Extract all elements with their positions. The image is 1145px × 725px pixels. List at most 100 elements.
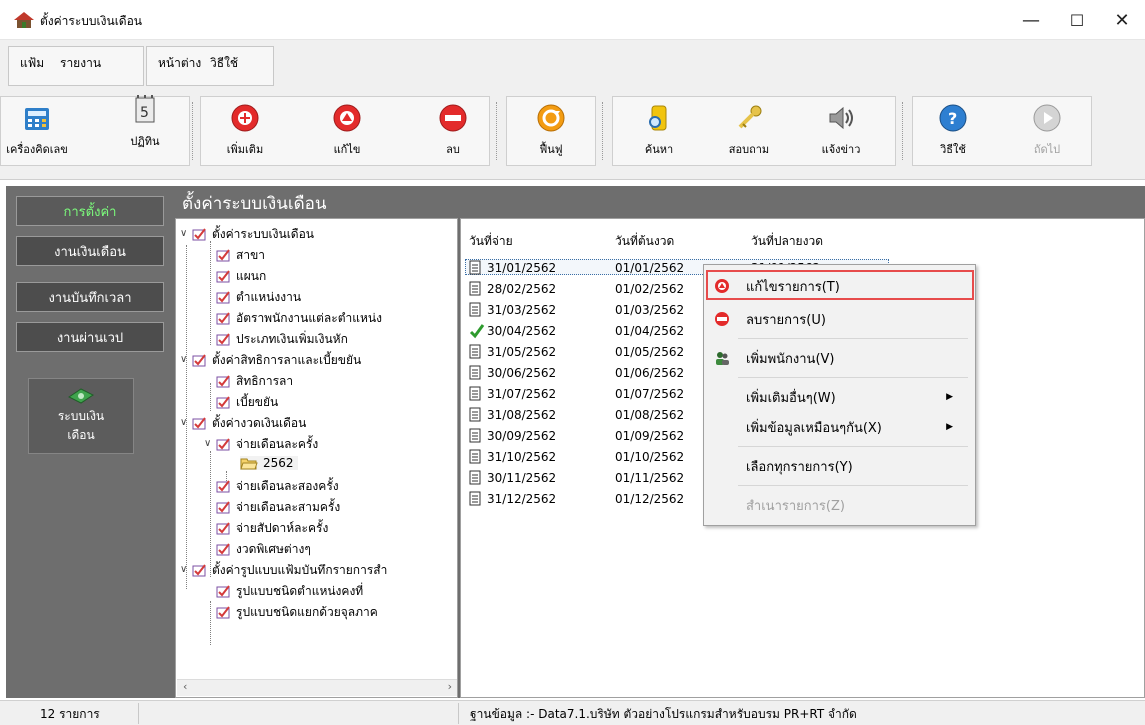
cell-pay-date: 31/12/2562 <box>487 492 557 506</box>
delete-icon <box>439 104 467 132</box>
tree-node-income-deduction-type[interactable]: ประเภทเงินเพิ่มเงินหัก <box>216 330 348 349</box>
tree-node-label: จ่ายเดือนละครั้ง <box>236 437 319 451</box>
tree-node-diligence[interactable]: เบี้ยขยัน <box>216 393 278 412</box>
tree-node-label: ตั้งค่ารูปแบบแฟ้มบันทึกรายการสำ <box>212 563 388 577</box>
context-item-add-same[interactable]: เพิ่มข้อมูลเหมือนๆกัน(X) ▶ <box>704 413 975 441</box>
tree-node-label: สาขา <box>236 248 266 262</box>
calendar-icon: 5 <box>135 95 155 123</box>
tile-label-line1: ระบบเงิน <box>57 409 105 423</box>
help-icon: ? <box>939 104 967 132</box>
menu-window[interactable]: หน้าต่าง <box>158 54 201 73</box>
context-item-edit[interactable]: แก้ไขรายการ(T) <box>704 272 975 300</box>
status-divider <box>138 703 139 724</box>
document-icon <box>469 344 482 362</box>
menu-bar: แฟ้ม รายงาน หน้าต่าง วิธีใช้ <box>0 40 1145 88</box>
tree-node-leave-settings[interactable]: ตั้งค่าสิทธิการลาและเบี้ยขยัน <box>192 351 361 370</box>
tree-node-position[interactable]: ตำแหน่งงาน <box>216 288 301 307</box>
tree-node-thrice-monthly[interactable]: จ่ายเดือนละสามครั้ง <box>216 498 340 517</box>
restore-button[interactable]: ฟื้นฟู <box>516 102 586 164</box>
tree-node-period-settings[interactable]: ตั้งค่างวดเงินเดือน <box>192 414 306 433</box>
tree-expand-chevron-icon[interactable]: ∨ <box>180 354 187 365</box>
context-item-label: เพิ่มข้อมูลเหมือนๆกัน(X) <box>746 420 882 436</box>
tree-node-department[interactable]: แผนก <box>216 267 266 286</box>
tree-node-label: งวดพิเศษต่างๆ <box>236 542 311 556</box>
menu-file[interactable]: แฟ้ม <box>20 54 44 73</box>
checklist-icon <box>216 312 230 325</box>
tree-node-label: ประเภทเงินเพิ่มเงินหัก <box>236 332 348 346</box>
context-item-select-all[interactable]: เลือกทุกรายการ(Y) <box>704 452 975 480</box>
tree-expand-chevron-icon[interactable]: ∨ <box>180 417 187 428</box>
restore-label: ฟื้นฟู <box>539 143 563 156</box>
tree-node-label: รูปแบบชนิดแยกด้วยจุลภาค <box>236 605 378 619</box>
notify-button[interactable]: แจ้งข่าว <box>806 102 876 164</box>
tree-node-twice-monthly[interactable]: จ่ายเดือนละสองครั้ง <box>216 477 339 496</box>
next-icon <box>1033 104 1061 132</box>
tree-node-branch[interactable]: สาขา <box>216 246 265 265</box>
next-button[interactable]: ถัดไป <box>1012 102 1082 164</box>
inquire-button[interactable]: สอบถาม <box>714 102 784 164</box>
minimize-button[interactable]: — <box>1008 0 1054 40</box>
app-icon <box>14 12 34 28</box>
column-header-pay-date[interactable]: วันที่จ่าย <box>469 232 513 251</box>
context-item-delete[interactable]: ลบรายการ(U) <box>704 305 975 333</box>
tree-horizontal-scrollbar[interactable]: ‹ › <box>177 679 457 696</box>
context-item-add-employee[interactable]: เพิ่มพนักงาน(V) <box>704 344 975 372</box>
tree-node-label: จ่ายเดือนละสามครั้ง <box>236 500 341 514</box>
cell-start-date: 01/05/2562 <box>615 345 685 359</box>
nav-item-web[interactable]: งานผ่านเวป <box>16 322 164 352</box>
calculator-button[interactable]: เครื่องคิดเลข <box>2 102 72 164</box>
tree-node-comma-format[interactable]: รูปแบบชนิดแยกด้วยจุลภาค <box>216 603 378 622</box>
tree-node-payroll-settings[interactable]: ตั้งค่าระบบเงินเดือน <box>192 225 314 244</box>
settings-tree: ∨ ตั้งค่าระบบเงินเดือน สาขา แผนก ตำแหน่ง… <box>175 218 458 698</box>
tree-node-file-format-settings[interactable]: ตั้งค่ารูปแบบแฟ้มบันทึกรายการสำ <box>192 561 387 580</box>
cell-pay-date: 31/10/2562 <box>487 450 557 464</box>
menu-help[interactable]: วิธีใช้ <box>210 54 238 73</box>
scroll-right-icon[interactable]: › <box>448 680 452 693</box>
document-icon <box>469 365 482 383</box>
tree-node-label: ตั้งค่าสิทธิการลาและเบี้ยขยัน <box>212 353 362 367</box>
add-icon <box>231 104 259 132</box>
nav-item-time-record[interactable]: งานบันทึกเวลา <box>16 282 164 312</box>
help-button[interactable]: ? วิธีใช้ <box>918 102 988 164</box>
money-icon <box>68 388 94 404</box>
context-item-copy[interactable]: สำเนารายการ(Z) <box>704 491 975 519</box>
add-button[interactable]: เพิ่มเติม <box>210 102 280 164</box>
tree-node-monthly[interactable]: จ่ายเดือนละครั้ง <box>216 435 318 454</box>
checklist-icon <box>216 501 230 514</box>
document-icon <box>469 470 482 488</box>
nav-item-settings[interactable]: การตั้งค่า <box>16 196 164 226</box>
checklist-icon <box>216 522 230 535</box>
tree-expand-chevron-icon[interactable]: ∨ <box>180 564 187 575</box>
tree-node-label: รูปแบบชนิดตำแหน่งคงที่ <box>236 584 364 598</box>
tree-expand-chevron-icon[interactable]: ∨ <box>204 438 211 449</box>
menu-report[interactable]: รายงาน <box>60 54 101 73</box>
cell-pay-date: 31/07/2562 <box>487 387 557 401</box>
tree-node-weekly[interactable]: จ่ายสัปดาห์ละครั้ง <box>216 519 328 538</box>
search-button[interactable]: ค้นหา <box>624 102 694 164</box>
tree-node-leave-rights[interactable]: สิทธิการลา <box>216 372 293 391</box>
scroll-left-icon[interactable]: ‹ <box>183 680 187 693</box>
tree-expand-chevron-icon[interactable]: ∨ <box>180 228 187 239</box>
tree-node-staff-rate[interactable]: อัตราพนักงานแต่ละตำแหน่ง <box>216 309 382 328</box>
tree-node-fixed-format[interactable]: รูปแบบชนิดตำแหน่งคงที่ <box>216 582 363 601</box>
checklist-icon <box>216 396 230 409</box>
calendar-button[interactable]: 5 ปฏิทิน <box>110 94 180 156</box>
edit-label: แก้ไข <box>333 143 361 156</box>
context-item-add-other[interactable]: เพิ่มเติมอื่นๆ(W) ▶ <box>704 383 975 411</box>
maximize-button[interactable]: ☐ <box>1054 0 1100 40</box>
people-icon <box>716 352 729 365</box>
payroll-system-tile[interactable]: ระบบเงิน เดือน <box>28 378 134 454</box>
edit-icon <box>715 279 729 293</box>
cell-pay-date: 30/06/2562 <box>487 366 557 380</box>
close-button[interactable]: ✕ <box>1099 0 1145 40</box>
checklist-icon <box>216 375 230 388</box>
tree-node-special-periods[interactable]: งวดพิเศษต่างๆ <box>216 540 311 559</box>
column-header-start-date[interactable]: วันที่ต้นงวด <box>615 232 674 251</box>
tree-node-year[interactable]: 2562 <box>240 456 298 470</box>
edit-button[interactable]: แก้ไข <box>312 102 382 164</box>
delete-button[interactable]: ลบ <box>418 102 488 164</box>
cell-pay-date: 31/08/2562 <box>487 408 557 422</box>
checklist-icon <box>192 354 206 367</box>
nav-item-payroll[interactable]: งานเงินเดือน <box>16 236 164 266</box>
column-header-end-date[interactable]: วันที่ปลายงวด <box>751 232 823 251</box>
